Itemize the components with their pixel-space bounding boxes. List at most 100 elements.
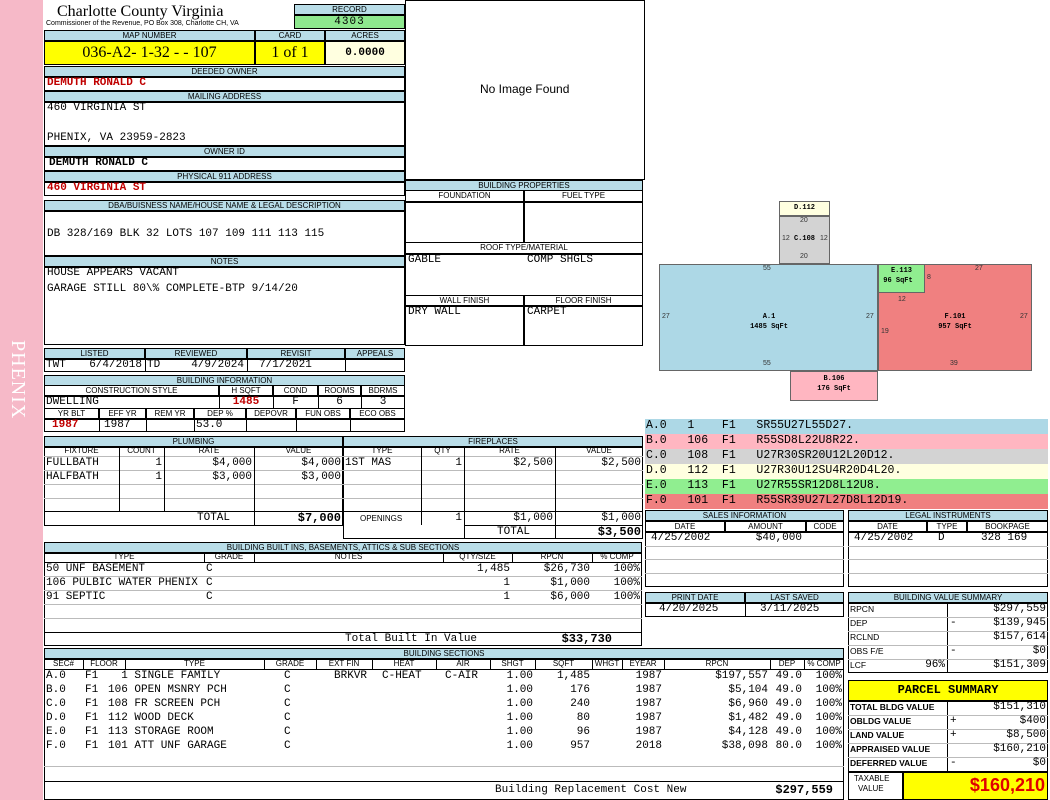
built-in-cell: 91 SEPTIC — [46, 591, 106, 603]
built-in-total-label: Total Built In Value — [345, 633, 478, 645]
card-label: CARD — [255, 30, 325, 41]
physical-address-label: PHYSICAL 911 ADDRESS — [44, 171, 405, 182]
bvs-key: RCLND — [850, 632, 880, 642]
section-cell: 100% — [815, 684, 842, 696]
plumbing-col-fixture: FIXTURE — [64, 446, 99, 455]
effyr-value: 1987 — [104, 419, 131, 431]
sketch-label-e113: E.113 — [890, 267, 912, 275]
bvs-key: LCF — [850, 660, 867, 670]
roof-type: GABLE — [408, 254, 442, 266]
sketch-dim: 55 — [763, 360, 771, 367]
legal-bookpage: 328 169 — [981, 532, 1028, 544]
sketch-dim: 27 — [662, 313, 670, 320]
section-cell: $1,482 — [728, 712, 768, 724]
parcel-value: $151,310 — [993, 701, 1046, 713]
taxable-label-1: TAXABLE — [854, 774, 890, 783]
built-in-total: $33,730 — [561, 632, 612, 646]
built-in-cell: C — [206, 563, 213, 575]
notes-line1: HOUSE APPEARS VACANT — [47, 267, 180, 279]
plumbing-value: $3,000 — [301, 471, 341, 483]
fireplace-col-rate: RATE — [499, 446, 520, 455]
sketch-dim: 12 — [898, 296, 906, 303]
plumbing-col-count: COUNT — [127, 446, 156, 455]
foundation-box — [405, 202, 524, 243]
section-cell: $6,960 — [728, 698, 768, 710]
sketch-dim: 20 — [800, 253, 808, 260]
section-cell: C-AIR — [445, 670, 479, 682]
yrblt-label: YR BLT — [44, 408, 99, 419]
plumbing-count: 1 — [155, 471, 162, 483]
last-saved-label: LAST SAVED — [745, 592, 844, 603]
construction-style-label: CONSTRUCTION STYLE — [44, 385, 219, 396]
builtins-col-type: TYPE — [113, 552, 135, 561]
section-cell: 100% — [815, 698, 842, 710]
county-title: Charlotte County Virginia — [57, 3, 224, 20]
sketch-dim: 8 — [927, 274, 931, 281]
last-saved-date: 3/11/2025 — [760, 603, 820, 615]
section-cell: 100% — [815, 740, 842, 752]
section-cell: 1.00 — [506, 740, 533, 752]
sketch-dim: 27 — [866, 313, 874, 320]
section-cell: C — [284, 698, 291, 710]
sales-info-label: SALES INFORMATION — [645, 510, 844, 521]
bvs-value: $139,945 — [993, 617, 1046, 629]
section-col-header: EXT FIN — [328, 659, 360, 668]
section-cell: $38,098 — [721, 740, 768, 752]
section-col-header: SQFT — [552, 659, 575, 668]
built-in-cell: $1,000 — [550, 577, 590, 589]
section-cell: D.0 — [46, 712, 66, 724]
legal-col-bookpage: BOOKPAGE — [967, 521, 1048, 532]
section-col-header: DEP — [778, 659, 796, 668]
sketch-label-f101: F.101 — [944, 313, 966, 321]
dep-label: DEP % — [194, 408, 246, 419]
bvs-value: $157,614 — [993, 631, 1046, 643]
section-cell: 240 — [570, 698, 590, 710]
built-in-cell: 100% — [613, 577, 640, 589]
section-cell: 49.0 — [775, 670, 802, 682]
record-label: RECORD — [294, 4, 405, 15]
openings-label: OPENINGS — [360, 514, 403, 523]
plumbing-col-value: VALUE — [285, 446, 312, 455]
section-cell: 96 — [576, 726, 590, 738]
legal-description: DB 328/169 BLK 32 LOTS 107 109 111 113 1… — [47, 228, 325, 240]
built-in-cell: C — [206, 577, 213, 589]
legal-col-date: DATE — [848, 521, 927, 532]
section-cell: 80 — [576, 712, 590, 724]
bvs-key: RPCN — [850, 604, 875, 614]
card-number: 1 of 1 — [255, 41, 325, 65]
plumbing-total: $7,000 — [297, 511, 341, 525]
sketch-dim: 19 — [881, 328, 889, 335]
parcel-summary-title: PARCEL SUMMARY — [848, 680, 1048, 701]
vector-row: F.0 101 F1 R55SR39U27L27D8L12D19. — [645, 494, 1048, 509]
vector-row: C.0 108 F1 U27R30SR20U12L20D12. — [645, 449, 1048, 464]
plumbing-col-rate: RATE — [198, 446, 220, 455]
section-cell: 49.0 — [775, 684, 802, 696]
section-cell: F1 — [85, 698, 99, 710]
section-col-header: % COMP — [807, 659, 841, 668]
sale-date: 4/25/2002 — [651, 532, 711, 544]
section-cell: 1987 — [635, 726, 662, 738]
print-date-label: PRINT DATE — [645, 592, 745, 603]
section-cell: 1 SINGLE FAMILY — [108, 670, 221, 682]
built-in-cell: $6,000 — [550, 591, 590, 603]
section-cell: 1987 — [635, 712, 662, 724]
fireplace-total-label: TOTAL — [497, 526, 531, 538]
bvs-value: $0 — [1032, 645, 1046, 657]
section-cell: F1 — [85, 726, 99, 738]
bdrms-label: BDRMS — [361, 385, 405, 396]
rooms-label: ROOMS — [318, 385, 361, 396]
openings-qty: 1 — [455, 512, 462, 524]
effyr-label: EFF YR — [99, 408, 146, 419]
section-cell: C — [284, 740, 291, 752]
openings-rate: $1,000 — [513, 512, 553, 524]
sketch-dim: 12 — [782, 235, 790, 242]
section-cell: BRKVR — [334, 670, 368, 682]
parcel-value: $400 — [1019, 715, 1046, 727]
listed-label: LISTED — [44, 348, 145, 359]
sketch-dim: 12 — [820, 235, 828, 242]
map-number: 036-A2- 1-32 - - 107 — [44, 41, 255, 65]
dep-value: 53.0 — [196, 419, 223, 431]
section-cell: 49.0 — [775, 726, 802, 738]
section-cell: C.0 — [46, 698, 66, 710]
sketch-dim: 20 — [800, 217, 808, 224]
